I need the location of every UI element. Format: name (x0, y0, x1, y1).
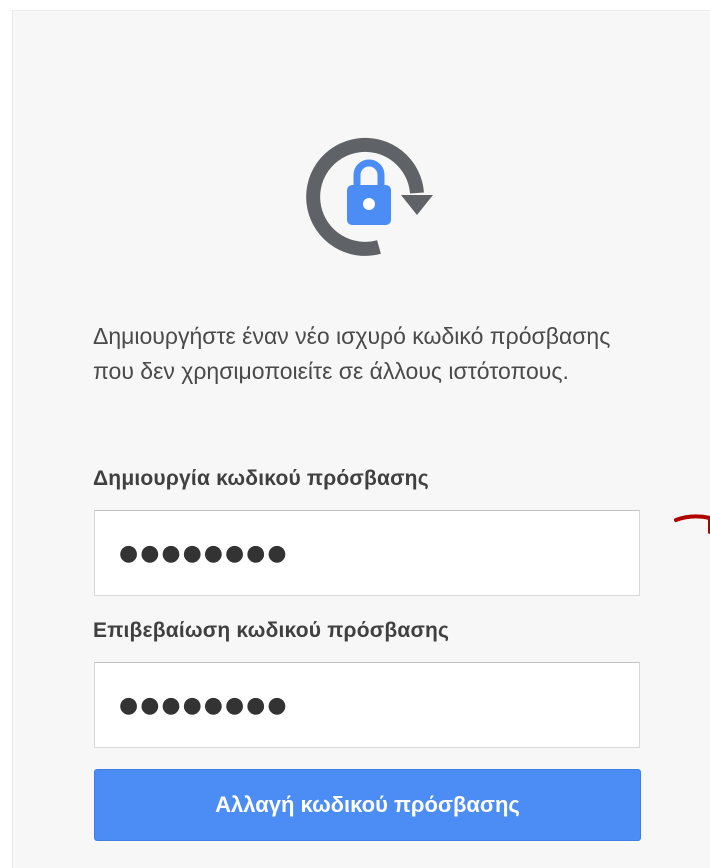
red-annotation-mark (674, 514, 710, 534)
page: Δημιουργήστε έναν νέο ισχυρό κωδικό πρόσ… (0, 0, 710, 868)
instructions-text: Δημιουργήστε έναν νέο ισχυρό κωδικό πρόσ… (93, 323, 611, 384)
password-change-card: Δημιουργήστε έναν νέο ισχυρό κωδικό πρόσ… (12, 10, 710, 868)
change-password-button[interactable]: Αλλαγή κωδικού πρόσβασης (94, 769, 641, 841)
new-password-input[interactable] (94, 510, 640, 596)
lock-refresh-icon (306, 137, 433, 256)
confirm-password-input[interactable] (94, 662, 640, 748)
confirm-password-label: Επιβεβαίωση κωδικού πρόσβασης (93, 619, 450, 642)
new-password-label: Δημιουργία κωδικού πρόσβασης (93, 467, 429, 490)
